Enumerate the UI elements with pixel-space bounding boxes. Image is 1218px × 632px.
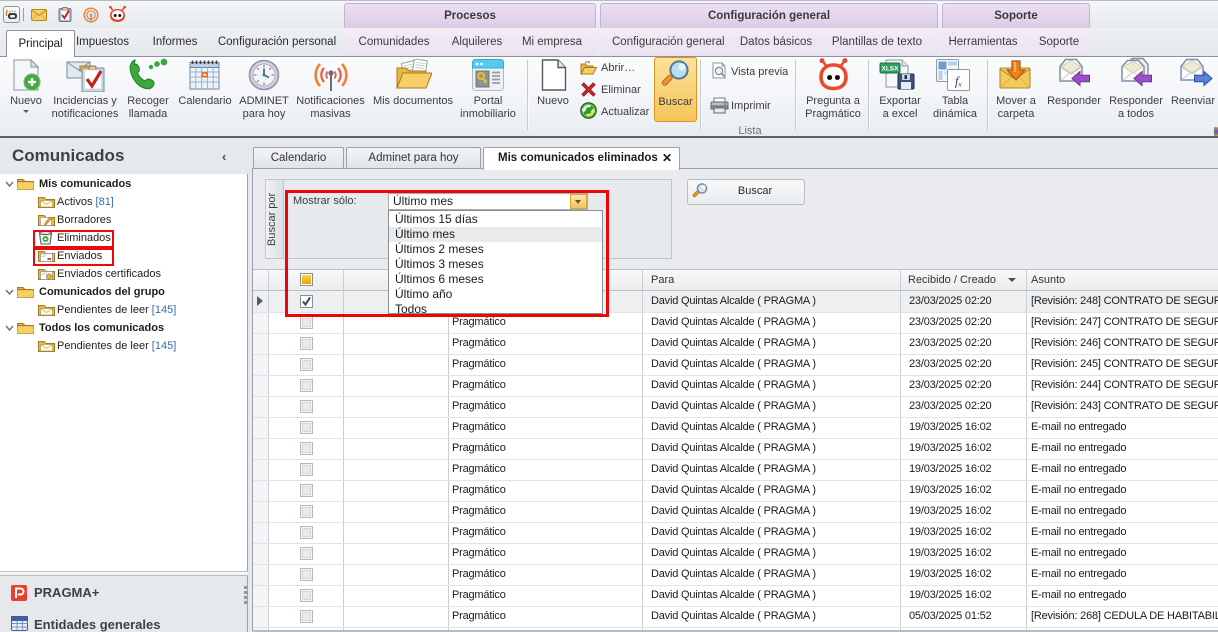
svg-text:fₓ: fₓ bbox=[955, 74, 963, 89]
svg-text:XLSX: XLSX bbox=[882, 66, 900, 73]
